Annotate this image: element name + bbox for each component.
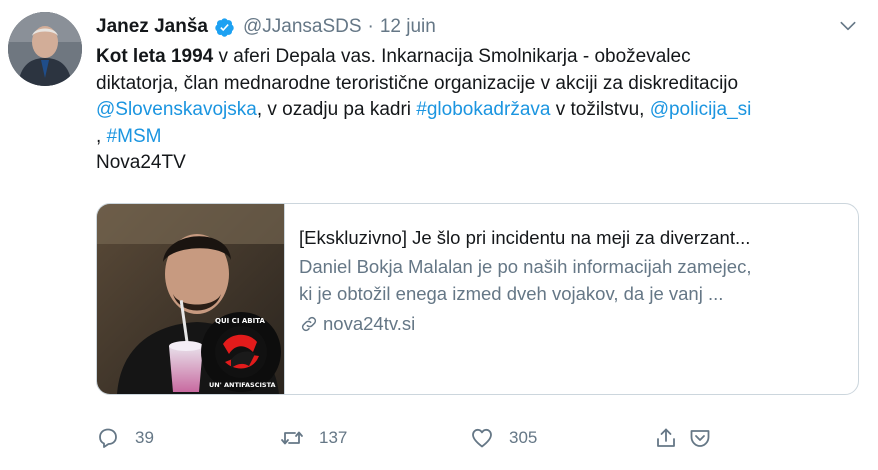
card-description-line: Daniel Bokja Malalan je po naših informa… — [299, 256, 752, 277]
tweet-header: Janez Janša @JJansaSDS · 12 juin — [96, 14, 436, 40]
tweet-text-segment: v tožilstvu, — [550, 99, 650, 120]
reply-icon — [99, 428, 117, 448]
chevron-down-icon[interactable] — [838, 16, 858, 36]
card-title[interactable]: [Ekskluzivno] Je šlo pri incidentu na me… — [299, 226, 849, 250]
author-name[interactable]: Janez Janša — [96, 16, 208, 38]
tweet: Janez Janša @JJansaSDS · 12 juin Kot let… — [0, 0, 878, 470]
share-icon — [657, 428, 675, 447]
like-count: 305 — [509, 428, 538, 447]
pocket-icon — [690, 430, 710, 447]
author-handle[interactable]: @JJansaSDS — [243, 16, 362, 38]
tweet-actions: 39 137 305 — [96, 424, 866, 452]
link-icon — [301, 316, 317, 332]
heart-icon — [472, 428, 492, 448]
tweet-date[interactable]: 12 juin — [380, 16, 436, 38]
save-to-pocket-button[interactable] — [688, 424, 712, 452]
tweet-bold-text: Kot leta 1994 — [96, 46, 214, 67]
like-button[interactable]: 305 — [470, 424, 537, 452]
tweet-text-segment: v aferi Depala vas. Inkarnacija Smolnika… — [213, 46, 691, 67]
retweet-button[interactable]: 137 — [280, 424, 347, 452]
tweet-text-segment: , v ozadju pa kadri — [256, 99, 417, 120]
tweet-text-line-4: , #MSM — [96, 124, 866, 151]
avatar[interactable] — [8, 12, 82, 86]
link-card[interactable]: QUI CI ABITA UN' ANTIFASCISTA [Ekskluziv… — [96, 203, 859, 395]
mention-link[interactable]: @policija_si — [650, 99, 752, 120]
card-description-line: ki je obtožil enega izmed dveh vojakov, … — [299, 283, 724, 304]
tweet-text-segment: , — [96, 125, 107, 147]
tweet-text-line-2: diktatorja, član mednarodne teroristične… — [96, 72, 739, 94]
card-domain[interactable]: nova24tv.si — [299, 313, 849, 335]
reply-button[interactable]: 39 — [96, 424, 154, 452]
tweet-text-line-3: @Slovenskavojska, v ozadju pa kadri #glo… — [96, 97, 866, 124]
retweet-count: 137 — [319, 428, 348, 447]
share-button[interactable] — [654, 424, 678, 452]
hashtag-link[interactable]: #globokadržava — [416, 99, 550, 120]
tweet-text-line-5: Nova24TV — [96, 152, 186, 173]
verified-badge-icon — [215, 17, 234, 37]
card-description: Daniel Bokja Malalan je po naših informa… — [299, 253, 849, 307]
mention-link[interactable]: @Slovenskavojska — [96, 99, 257, 120]
card-text: [Ekskluzivno] Je šlo pri incidentu na me… — [299, 226, 849, 335]
card-image-badge-text-top: QUI CI ABITA — [215, 317, 265, 325]
header-separator: · — [367, 16, 374, 37]
card-image-badge-text-bottom: UN' ANTIFASCISTA — [209, 381, 276, 389]
tweet-text-line-1: Kot leta 1994 v aferi Depala vas. Inkarn… — [96, 44, 866, 71]
reply-count: 39 — [135, 428, 154, 447]
card-image[interactable]: QUI CI ABITA UN' ANTIFASCISTA — [97, 204, 285, 394]
tweet-text: Kot leta 1994 v aferi Depala vas. Inkarn… — [96, 44, 866, 177]
retweet-icon — [281, 431, 303, 445]
hashtag-link[interactable]: #MSM — [107, 126, 162, 147]
card-domain-text: nova24tv.si — [323, 313, 416, 334]
